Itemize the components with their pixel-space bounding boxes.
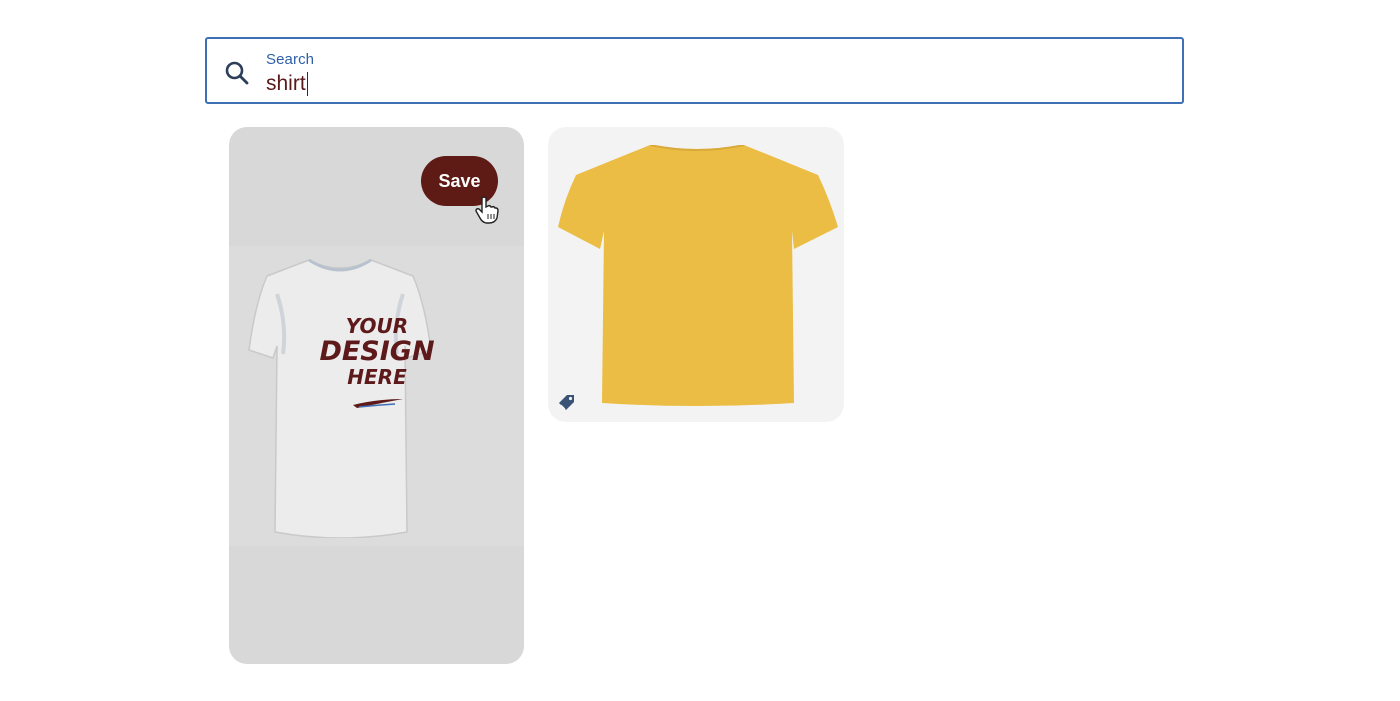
search-label: Search [266, 51, 315, 68]
design-swoosh [353, 399, 403, 408]
design-text-line-1: YOUR [345, 314, 409, 338]
search-field[interactable]: Search shirt [205, 37, 1184, 104]
search-input[interactable]: shirt [266, 72, 309, 96]
search-input-value: shirt [266, 72, 306, 95]
text-caret [306, 72, 309, 96]
pin-card-yellow-tshirt[interactable] [548, 127, 844, 422]
yellow-tshirt-image [558, 145, 838, 406]
design-text-line-3: HERE [347, 365, 407, 389]
tag-icon [559, 395, 574, 410]
pin-card-white-tshirt[interactable]: YOUR DESIGN HERE Save [229, 127, 524, 664]
search-icon [225, 61, 249, 85]
design-print-text: YOUR DESIGN HERE [317, 316, 437, 387]
white-tshirt-image [248, 258, 432, 538]
hand-cursor-icon [475, 196, 499, 224]
page: Search shirt YOUR DESIGN HERE Save [0, 0, 1400, 701]
design-text-line-2: DESIGN [319, 336, 435, 367]
